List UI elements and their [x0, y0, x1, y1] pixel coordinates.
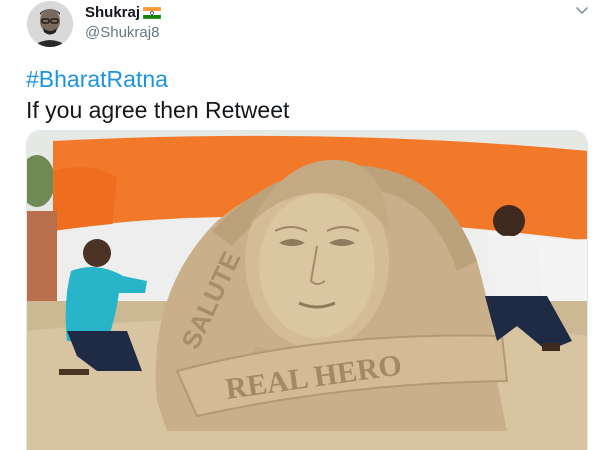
- author-name-text: Shukraj: [85, 4, 141, 21]
- tweet: Shukraj @Shukraj8 #BharatRatna If you ag…: [0, 0, 600, 450]
- tweet-body: If you agree then Retweet: [26, 97, 290, 123]
- author-display-name[interactable]: Shukraj: [85, 4, 162, 21]
- author-handle[interactable]: @Shukraj8: [85, 24, 159, 41]
- chevron-down-icon: [576, 7, 588, 14]
- tweet-text: #BharatRatna If you agree then Retweet: [26, 64, 289, 126]
- sand-sculpture-photo: SALUTE REAL HERO: [27, 131, 587, 450]
- person-avatar-icon: [27, 1, 73, 47]
- tweet-menu-button[interactable]: [574, 2, 590, 18]
- avatar[interactable]: [27, 1, 73, 47]
- india-flag-icon: [143, 6, 162, 19]
- tweet-photo[interactable]: SALUTE REAL HERO: [26, 130, 588, 450]
- hashtag-link[interactable]: #BharatRatna: [26, 64, 289, 95]
